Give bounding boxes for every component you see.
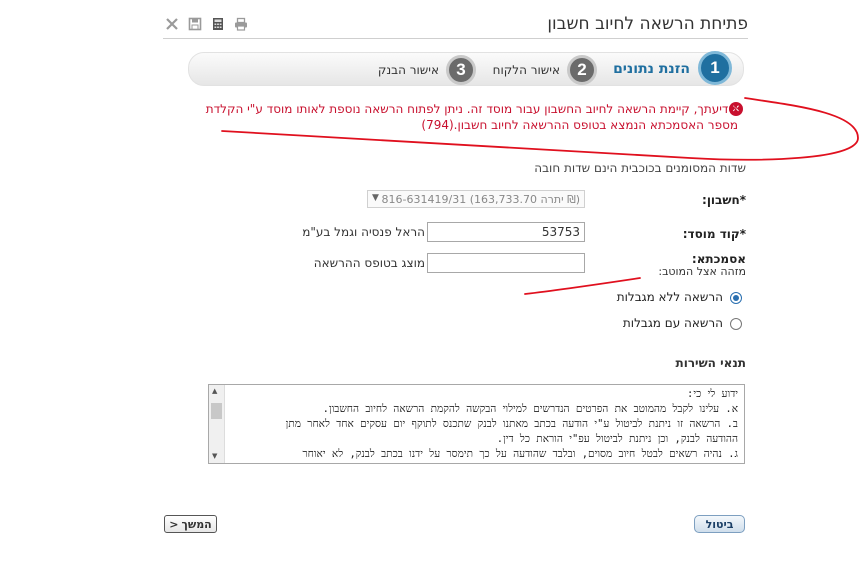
step-1-circle: 1 [698, 51, 732, 85]
terms-title: תנאי השירות [675, 356, 747, 370]
terms-line: א. עלינו לקבל מהמוטב את הפרטים הנדרשים ל… [322, 403, 738, 415]
terms-line: ג. נהיה רשאים לבטל חיוב מסוים, ובלבד שהו… [302, 448, 738, 460]
terms-text: ידוע לי כי: א. עלינו לקבל מהמוטב את הפרט… [229, 387, 738, 462]
account-select[interactable]: ▼ 816-631419/31 (יתרה 163,733.70 ₪) [367, 190, 585, 208]
radio-unlimited-label[interactable]: הרשאה ללא מגבלות [617, 290, 723, 304]
institution-code-input[interactable]: 53753 [427, 222, 585, 242]
cancel-button[interactable]: ביטול [694, 515, 745, 533]
step-3-label: אישור הבנק [377, 63, 439, 77]
institution-code-label: *קוד מוסד: [682, 227, 746, 241]
toolbar [165, 17, 248, 31]
title-divider [163, 38, 748, 39]
reference-sublabel: מזהה אצל המוטב: [658, 265, 746, 278]
step-3-circle: 3 [446, 55, 476, 85]
page-title: פתיחת הרשאה לחיוב חשבון [547, 14, 748, 34]
reference-input[interactable] [427, 253, 585, 273]
institution-code-value: 53753 [541, 225, 580, 239]
scroll-up-icon[interactable]: ▲ [212, 387, 217, 395]
reference-label: אסמכתא: [691, 252, 746, 266]
red-annotation-marks [221, 97, 859, 295]
chevron-down-icon: ▼ [372, 193, 379, 203]
error-message: לידיעתך, קיימת הרשאה לחיוב החשבון עבור מ… [205, 102, 738, 132]
scroll-thumb[interactable] [211, 403, 222, 419]
terms-scrollbar[interactable]: ▲ ▼ [209, 385, 225, 463]
terms-line: ידוע לי כי: [687, 388, 738, 400]
close-x-icon[interactable] [165, 17, 179, 31]
step-2-circle: 2 [567, 55, 597, 85]
scroll-down-icon[interactable]: ▼ [212, 452, 217, 460]
save-icon[interactable] [188, 17, 202, 31]
required-fields-hint: שדות המסומנים בכוכבית הינם שדות חובה [534, 161, 746, 175]
account-select-value: 816-631419/31 (יתרה 163,733.70 ₪) [381, 192, 580, 206]
step-2-label: אישור הלקוח [492, 63, 560, 77]
terms-textarea[interactable]: ▲ ▼ ידוע לי כי: א. עלינו לקבל מהמוטב את … [208, 384, 745, 464]
chevron-left-icon: < [169, 517, 179, 531]
print-icon[interactable] [234, 17, 248, 31]
terms-line: ההודעה לבנק, וכן ניתנת לביטול עפ"י הוראת… [496, 433, 738, 445]
radio-limited-label[interactable]: הרשאה עם מגבלות [623, 316, 723, 330]
next-button-label: המשך [181, 517, 212, 531]
step-1-label: הזנת נתונים [613, 61, 690, 77]
account-label: *חשבון: [702, 193, 746, 207]
radio-limited[interactable] [730, 318, 742, 330]
reference-note: מוצג בטופס ההרשאה [313, 256, 425, 270]
institution-name: הראל פנסיה וגמל בע"מ [302, 225, 425, 239]
calculator-icon[interactable] [211, 17, 225, 31]
next-button[interactable]: המשך < [164, 515, 217, 533]
terms-line: ב. הרשאה זו ניתנת לביטול ע"י הודעה בכתב … [285, 418, 738, 430]
radio-unlimited[interactable] [730, 292, 742, 304]
